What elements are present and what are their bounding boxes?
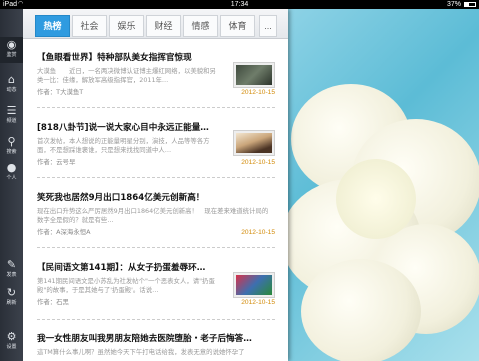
clock: 17:34 (230, 1, 249, 8)
article-summary: 這TM算什么事儿啊？虽然她今天下午打电话给我，发表无意的说她怀孕了 (37, 348, 245, 356)
article-date: 2012-10-15 (241, 159, 275, 166)
nav-item-refresh[interactable]: ↻ 刷新 (0, 285, 23, 311)
article-summary: 大漠鱼 近日，一名两决微博认证博主爆红网络，以美貌和另类一比：佳缘，解放军高级指… (37, 67, 216, 84)
nav-label: 个人 (6, 175, 17, 181)
article-author: 作者：A深海永恒A (37, 228, 91, 236)
list-item[interactable]: 【鱼眼看世界】特种部队美女指挥官惊现 大漠鱼 近日，一名两决微博认证博主爆红网络… (37, 52, 275, 108)
person-icon: ● (6, 161, 17, 174)
battery-icon (464, 2, 476, 7)
category-tabbar: 热榜 社会 娱乐 财经 情感 体育 ... (23, 9, 288, 39)
nav-label: 搜索 (6, 149, 17, 155)
nav-item-compose[interactable]: ✎ 发表 (0, 257, 23, 283)
article-title: 笑死我也居然9月出口1864亿美元创新高！ (37, 193, 205, 203)
battery-percent: 37% (446, 1, 461, 8)
list-item[interactable]: 我一女性朋友叫我男朋友陪她去医院堕胎・老子后悔答… 這TM算什么事儿啊？虽然她今… (37, 333, 275, 361)
article-date: 2012-10-15 (241, 229, 275, 236)
article-author: 作者：T大漠鱼T (37, 88, 84, 96)
thumbnail-image (236, 133, 272, 153)
article-title: 我一女性朋友叫我男朋友陪她去医院堕胎・老子后悔答… (37, 334, 252, 344)
article-summary: 第141期民间语文是小苏乱为社发帖个"一个恶表女人，请"扔蛋殿"的故事，于是其她… (37, 277, 215, 294)
flower-center (336, 159, 416, 239)
compose-icon: ✎ (6, 258, 17, 271)
tab-hot[interactable]: 热榜 (35, 15, 70, 37)
list-item[interactable]: [818八卦节]说一说大家心目中永远正能量… 首次发帖，本人想说的正能量明星分别… (37, 122, 275, 178)
tab-society[interactable]: 社会 (72, 15, 107, 37)
article-thumbnail[interactable] (233, 130, 275, 156)
article-summary: 首次发帖，本人想说的正能量明星分别，演技，人品等等各方面，不是想踩谁褒谁，只是想… (37, 137, 210, 154)
article-date: 2012-10-15 (241, 89, 275, 96)
nav-label: 刷新 (6, 300, 17, 306)
tab-finance[interactable]: 财经 (146, 15, 181, 37)
article-thumbnail[interactable] (233, 62, 275, 88)
tab-emotion[interactable]: 情感 (183, 15, 218, 37)
nav-label: 频道 (6, 118, 17, 124)
thumbnail-image (236, 65, 272, 85)
article-author: 作者：石黑 (37, 298, 69, 306)
nav-item-settings[interactable]: ⚙ 设置 (0, 329, 23, 355)
nav-label: 设置 (6, 344, 17, 350)
tab-more[interactable]: ... (259, 15, 277, 37)
nav-label: 动态 (6, 87, 17, 93)
home-icon: ⌂ (8, 73, 15, 86)
tab-entertainment[interactable]: 娱乐 (109, 15, 144, 37)
tab-sports[interactable]: 体育 (220, 15, 255, 37)
list-item[interactable]: 【民间语文第141期】：从女子扔蛋羞辱环… 第141期民间语文是小苏乱为社发帖个… (37, 262, 275, 320)
list-item[interactable]: 笑死我也居然9月出口1864亿美元创新高！ 现在出口升势这么严厉居然9月出口18… (37, 192, 275, 248)
search-icon: ⚲ (7, 135, 16, 148)
nav-label: 发表 (6, 272, 17, 278)
article-date: 2012-10-15 (241, 299, 275, 306)
flower-petal (301, 259, 421, 361)
article-summary: 现在出口升势这么严厉居然9月出口1864亿美元创新高！ 现在差来难道统计局的数字… (37, 207, 269, 224)
nav-item-feed[interactable]: ⌂ 动态 (0, 72, 23, 98)
nav-label: 鉴赏 (6, 52, 17, 58)
article-thumbnail[interactable] (233, 272, 275, 298)
left-nav: ◉ 鉴赏 ⌂ 动态 ☰ 频道 ⚲ 搜索 ● 个人 ✎ 发表 ↻ 刷新 ⚙ 设置 (0, 9, 23, 361)
nav-item-channels[interactable]: ☰ 频道 (0, 103, 23, 129)
nav-item-search[interactable]: ⚲ 搜索 (0, 134, 23, 160)
nav-item-profile[interactable]: ● 个人 (0, 160, 23, 186)
gear-icon: ⚙ (6, 330, 17, 343)
list-icon: ☰ (6, 104, 17, 117)
content-panel: 热榜 社会 娱乐 财经 情感 体育 ... 【鱼眼看世界】特种部队美女指挥官惊现… (23, 9, 288, 361)
thumbnail-image (236, 275, 272, 295)
nav-item-appreciate[interactable]: ◉ 鉴赏 (0, 37, 23, 63)
article-author: 作者：云号早 (37, 158, 76, 166)
refresh-icon: ↻ (6, 286, 17, 299)
eye-icon: ◉ (6, 38, 17, 51)
status-bar: iPad ◠ 17:34 37% (0, 0, 479, 9)
home-wallpaper (281, 9, 479, 361)
